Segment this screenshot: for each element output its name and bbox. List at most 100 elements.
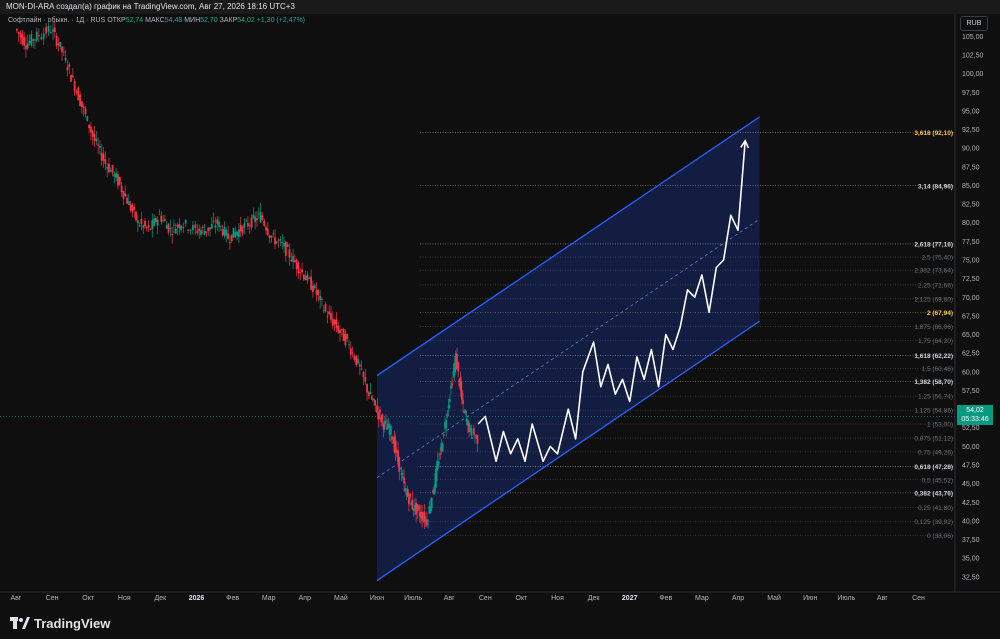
y-tick-label-7: 50,00 <box>962 444 980 451</box>
candle-body <box>205 231 208 233</box>
y-tick-label-16: 72,50 <box>962 276 980 283</box>
candle-body <box>223 226 226 237</box>
x-tick-label-18: Фев <box>659 595 672 602</box>
fib-label-6: 2,125 (69,80) <box>914 296 953 303</box>
candle-body <box>430 497 433 509</box>
candle-body <box>106 167 109 169</box>
candle-body <box>448 398 451 402</box>
candle-body <box>230 234 233 242</box>
candle-body <box>447 405 450 409</box>
candle-body <box>460 389 463 400</box>
candle-body <box>381 414 384 421</box>
candle-body <box>59 42 62 47</box>
candle-body <box>86 116 89 121</box>
candle-body <box>169 228 172 229</box>
x-tick-label-13: Сен <box>479 595 492 602</box>
candle-body <box>182 226 185 229</box>
candle-body <box>198 228 201 231</box>
fib-label-21: 0,25 (41,80) <box>918 505 953 512</box>
candle-body <box>171 234 174 235</box>
candle-body <box>227 233 229 239</box>
candle-body <box>167 223 170 233</box>
candle-body <box>165 225 168 229</box>
candle-body <box>232 227 235 238</box>
candle-body <box>160 215 163 222</box>
candle-body <box>319 295 322 300</box>
candle-body <box>471 437 474 439</box>
candle-body <box>312 285 314 292</box>
candle-body <box>228 242 231 243</box>
candle-body <box>426 519 428 526</box>
candle-body <box>349 348 352 355</box>
x-tick-label-6: Фев <box>226 595 239 602</box>
brand-name: TradingView <box>34 616 111 631</box>
candle-body <box>21 34 24 44</box>
fib-label-19: 0,5 (45,52) <box>922 477 953 484</box>
candle-body <box>281 242 284 243</box>
candle-body <box>180 225 183 230</box>
fib-label-5: 2,25 (71,66) <box>918 282 953 289</box>
candle-body <box>136 220 139 224</box>
candle-body <box>75 91 78 93</box>
candle-body <box>70 75 72 82</box>
candle-body <box>398 457 401 472</box>
price-chart[interactable]: 3,618 (92,10) 3,14 (84,96) 2,618 (77,16) 2,… <box>0 0 1000 639</box>
y-tick-label-8: 52,50 <box>962 425 980 432</box>
candle-body <box>80 101 83 107</box>
candle-body <box>212 220 215 222</box>
candle-body <box>348 344 350 346</box>
candle-body <box>145 227 148 229</box>
x-tick-label-20: Апр <box>732 595 744 602</box>
candle-body <box>339 329 341 334</box>
candle-body <box>427 520 430 522</box>
fib-label-15: 1 (53,00) <box>927 422 953 429</box>
candle-body <box>252 214 255 218</box>
candle-body <box>28 40 31 44</box>
current-price-tag: 54,02 05:33:46 <box>957 405 993 425</box>
candle-body <box>236 231 239 236</box>
candle-body <box>57 43 60 46</box>
y-tick-label-24: 92,50 <box>962 127 980 134</box>
x-tick-label-10: Июн <box>370 595 384 602</box>
candle-body <box>140 218 143 224</box>
candle-body <box>99 146 101 148</box>
candle-body <box>277 239 280 241</box>
x-tick-label-1: Сен <box>46 595 59 602</box>
candle-body <box>358 364 361 367</box>
candle-body <box>64 57 67 61</box>
candle-body <box>404 488 407 491</box>
y-tick-label-28: 102,50 <box>962 53 984 60</box>
y-tick-label-21: 85,00 <box>962 183 980 190</box>
fib-label-10: 1,618 (62,22) <box>914 353 953 360</box>
candle-body <box>377 412 380 420</box>
candle-body <box>326 316 329 318</box>
candle-body <box>295 259 298 270</box>
candle-body <box>104 159 107 164</box>
candle-body <box>387 423 390 429</box>
candle-body <box>218 221 220 227</box>
candle-body <box>187 230 189 232</box>
y-tick-label-26: 97,50 <box>962 90 980 97</box>
candle-body <box>308 277 311 279</box>
candle-body <box>225 229 228 236</box>
candle-body <box>379 409 381 413</box>
fib-label-20: 0,382 (43,76) <box>914 490 953 497</box>
candle-body <box>109 170 112 172</box>
candle-body <box>292 255 294 263</box>
candle-body <box>340 329 343 331</box>
tradingview-logo: TradingView <box>10 616 110 632</box>
candle-body <box>351 352 354 354</box>
candle-body <box>250 217 253 228</box>
candle-body <box>279 239 282 241</box>
candle-body <box>120 185 123 193</box>
candle-body <box>178 224 181 229</box>
fib-label-22: 0,125 (39,92) <box>914 519 953 526</box>
x-tick-label-15: Ноя <box>551 595 564 602</box>
y-tick-label-14: 67,50 <box>962 313 980 320</box>
fib-label-14: 1,125 (54,86) <box>914 408 953 415</box>
candle-body <box>382 423 385 430</box>
candle-body <box>113 173 116 177</box>
x-tick-label-3: Ноя <box>118 595 131 602</box>
candle-body <box>189 229 192 232</box>
candle-body <box>118 177 121 185</box>
